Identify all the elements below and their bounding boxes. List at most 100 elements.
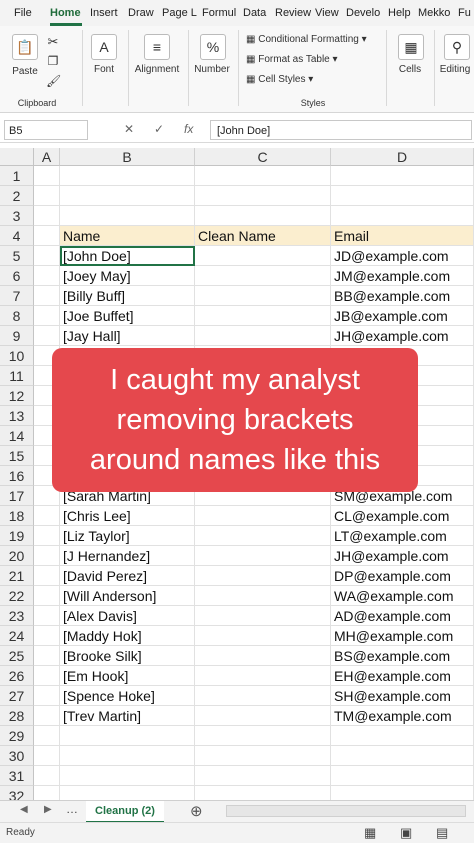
normal-view-icon[interactable]: ▦ bbox=[364, 825, 376, 841]
tab-fu[interactable]: Fu bbox=[458, 0, 471, 26]
cell-b[interactable] bbox=[60, 746, 195, 766]
row-header[interactable]: 20 bbox=[0, 546, 34, 566]
font-label[interactable]: Font bbox=[86, 64, 122, 75]
cell-a[interactable] bbox=[34, 166, 60, 186]
cell-a[interactable] bbox=[34, 766, 60, 786]
cell-d[interactable]: JB@example.com bbox=[331, 306, 474, 326]
cell-b[interactable]: [Liz Taylor] bbox=[60, 526, 195, 546]
cell-b[interactable] bbox=[60, 726, 195, 746]
cell-a[interactable] bbox=[34, 286, 60, 306]
column-header-d[interactable]: D bbox=[331, 148, 474, 166]
row-header[interactable]: 25 bbox=[0, 646, 34, 666]
cell-d[interactable] bbox=[331, 186, 474, 206]
row-header[interactable]: 10 bbox=[0, 346, 34, 366]
row-header[interactable]: 29 bbox=[0, 726, 34, 746]
cell-a[interactable] bbox=[34, 746, 60, 766]
cell-c[interactable] bbox=[195, 166, 331, 186]
tab-review[interactable]: Review bbox=[275, 0, 311, 26]
cell-b[interactable]: [Maddy Hok] bbox=[60, 626, 195, 646]
row-header[interactable]: 9 bbox=[0, 326, 34, 346]
row-header[interactable]: 18 bbox=[0, 506, 34, 526]
cell-c[interactable] bbox=[195, 566, 331, 586]
cell-a[interactable] bbox=[34, 546, 60, 566]
row-header[interactable]: 5 bbox=[0, 246, 34, 266]
row-header[interactable]: 1 bbox=[0, 166, 34, 186]
cell-b[interactable]: [Chris Lee] bbox=[60, 506, 195, 526]
cell-a[interactable] bbox=[34, 506, 60, 526]
tab-view[interactable]: View bbox=[315, 0, 339, 26]
row-header[interactable]: 13 bbox=[0, 406, 34, 426]
cell-c[interactable] bbox=[195, 586, 331, 606]
row-header[interactable]: 31 bbox=[0, 766, 34, 786]
font-icon[interactable]: A bbox=[91, 34, 117, 60]
column-header-a[interactable]: A bbox=[34, 148, 60, 166]
number-format-icon[interactable]: % bbox=[200, 34, 226, 60]
cell-b[interactable]: Name bbox=[60, 226, 195, 246]
cell-a[interactable] bbox=[34, 226, 60, 246]
cell-c[interactable] bbox=[195, 546, 331, 566]
cell-a[interactable] bbox=[34, 526, 60, 546]
cell-c[interactable] bbox=[195, 686, 331, 706]
cell-a[interactable] bbox=[34, 646, 60, 666]
cell-d[interactable]: TM@example.com bbox=[331, 706, 474, 726]
cell-b[interactable]: [Billy Buff] bbox=[60, 286, 195, 306]
tab-mekko[interactable]: Mekko bbox=[418, 0, 450, 26]
format-painter-icon[interactable]: 🖌 bbox=[46, 74, 61, 88]
cell-a[interactable] bbox=[34, 786, 60, 800]
cell-c[interactable] bbox=[195, 606, 331, 626]
cell-c[interactable] bbox=[195, 206, 331, 226]
row-header[interactable]: 32 bbox=[0, 786, 34, 800]
enter-icon[interactable]: ✓ bbox=[154, 122, 164, 136]
select-all-corner[interactable] bbox=[0, 148, 34, 166]
cell-c[interactable] bbox=[195, 706, 331, 726]
cell-b[interactable]: [Brooke Silk] bbox=[60, 646, 195, 666]
cell-d[interactable]: LT@example.com bbox=[331, 526, 474, 546]
cell-d[interactable]: MH@example.com bbox=[331, 626, 474, 646]
cell-d[interactable]: Email bbox=[331, 226, 474, 246]
cell-c[interactable] bbox=[195, 666, 331, 686]
row-header[interactable]: 21 bbox=[0, 566, 34, 586]
cell-b[interactable] bbox=[60, 186, 195, 206]
cell-a[interactable] bbox=[34, 206, 60, 226]
cut-icon[interactable]: ✂ bbox=[46, 34, 60, 50]
cell-c[interactable] bbox=[195, 286, 331, 306]
tab-insert[interactable]: Insert bbox=[90, 0, 118, 26]
column-header-c[interactable]: C bbox=[195, 148, 331, 166]
row-header[interactable]: 4 bbox=[0, 226, 34, 246]
cell-d[interactable]: SH@example.com bbox=[331, 686, 474, 706]
page-break-view-icon[interactable]: ▤ bbox=[436, 825, 448, 841]
tab-page-layout[interactable]: Page L bbox=[162, 0, 197, 26]
cell-b[interactable]: [Will Anderson] bbox=[60, 586, 195, 606]
row-header[interactable]: 17 bbox=[0, 486, 34, 506]
number-label[interactable]: Number bbox=[190, 64, 234, 75]
scroll-right-icon[interactable]: ▶ bbox=[44, 804, 52, 815]
cell-a[interactable] bbox=[34, 306, 60, 326]
cell-c[interactable] bbox=[195, 506, 331, 526]
more-sheets-icon[interactable]: … bbox=[66, 802, 78, 816]
row-header[interactable]: 16 bbox=[0, 466, 34, 486]
cell-d[interactable]: BS@example.com bbox=[331, 646, 474, 666]
tab-draw[interactable]: Draw bbox=[128, 0, 154, 26]
cell-c[interactable] bbox=[195, 786, 331, 800]
cell-a[interactable] bbox=[34, 266, 60, 286]
cell-d[interactable]: JD@example.com bbox=[331, 246, 474, 266]
cell-b[interactable] bbox=[60, 786, 195, 800]
tab-help[interactable]: Help bbox=[388, 0, 411, 26]
cell-a[interactable] bbox=[34, 706, 60, 726]
paste-label[interactable]: Paste bbox=[10, 66, 40, 77]
cell-d[interactable] bbox=[331, 786, 474, 800]
cell-c[interactable] bbox=[195, 766, 331, 786]
row-header[interactable]: 24 bbox=[0, 626, 34, 646]
cell-a[interactable] bbox=[34, 686, 60, 706]
row-header[interactable]: 28 bbox=[0, 706, 34, 726]
cell-c[interactable]: Clean Name bbox=[195, 226, 331, 246]
cell-b[interactable] bbox=[60, 766, 195, 786]
cell-c[interactable] bbox=[195, 266, 331, 286]
alignment-icon[interactable]: ≡ bbox=[144, 34, 170, 60]
cell-b[interactable]: [David Perez] bbox=[60, 566, 195, 586]
cell-b[interactable]: [Jay Hall] bbox=[60, 326, 195, 346]
sheet-tab-cleanup[interactable]: Cleanup (2) bbox=[86, 801, 164, 823]
cell-a[interactable] bbox=[34, 326, 60, 346]
cell-c[interactable] bbox=[195, 186, 331, 206]
cell-b[interactable] bbox=[60, 206, 195, 226]
